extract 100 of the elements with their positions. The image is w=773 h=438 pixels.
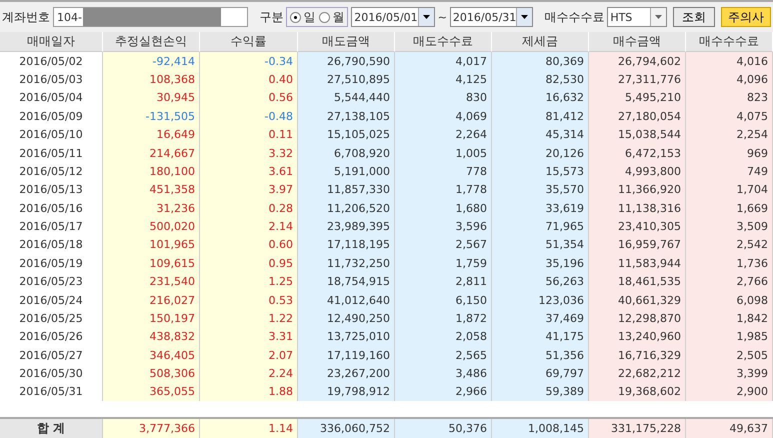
- table-cell: 3,486: [395, 364, 492, 383]
- total-cell: 49,637: [686, 419, 773, 438]
- table-cell: 16,632: [492, 88, 589, 108]
- date-separator: ~: [438, 10, 447, 24]
- table-cell: 214,667: [103, 144, 200, 162]
- table-cell: 11,583,944: [589, 254, 686, 272]
- table-cell: 2,766: [686, 272, 773, 291]
- query-button[interactable]: 조회: [673, 7, 715, 27]
- table-cell: 11,366,920: [589, 180, 686, 199]
- table-cell: 4,075: [686, 107, 773, 126]
- table-cell: 231,540: [103, 272, 200, 291]
- notice-button[interactable]: 주의사: [721, 7, 771, 27]
- table-cell: 18,754,915: [298, 272, 395, 291]
- table-cell: 22,682,212: [589, 364, 686, 383]
- column-header[interactable]: 매매일자: [0, 32, 103, 52]
- period-radio[interactable]: 월: [319, 8, 344, 26]
- table-cell: 56,263: [492, 272, 589, 291]
- column-header[interactable]: 매도수수료: [395, 32, 492, 52]
- total-cell: 1,008,145: [492, 419, 589, 438]
- table-cell: 2,058: [395, 328, 492, 346]
- table-cell: 0.53: [200, 290, 298, 310]
- table-cell: 2,264: [395, 125, 492, 144]
- table-cell: 27,311,776: [589, 70, 686, 89]
- table-cell: 19,798,912: [298, 382, 395, 402]
- table-cell: 2,900: [686, 382, 773, 402]
- table-cell: 5,495,210: [589, 88, 686, 108]
- table-cell: 0.95: [200, 254, 298, 272]
- table-cell: 23,989,395: [298, 217, 395, 236]
- table-cell: 33,619: [492, 198, 589, 218]
- table-cell: 5,544,440: [298, 88, 395, 108]
- table-cell: 2.07: [200, 346, 298, 364]
- table-cell: 123,036: [492, 290, 589, 310]
- table-cell: 35,196: [492, 254, 589, 272]
- column-header[interactable]: 매수수수료: [686, 32, 773, 52]
- table-cell: 1.25: [200, 272, 298, 291]
- table-cell: 1.88: [200, 382, 298, 402]
- dropdown-arrow-icon: [422, 15, 430, 19]
- table-cell: 2,542: [686, 236, 773, 254]
- table-cell: 0.40: [200, 70, 298, 89]
- table-cell: 0.11: [200, 125, 298, 144]
- table-cell: 16,716,329: [589, 346, 686, 364]
- table-cell: 17,118,195: [298, 236, 395, 254]
- table-cell: 59,389: [492, 382, 589, 402]
- table-cell: 6,098: [686, 290, 773, 310]
- table-cell: 11,206,520: [298, 198, 395, 218]
- table-cell: 12,298,870: [589, 309, 686, 328]
- table-cell: 438,832: [103, 328, 200, 346]
- table-cell: 451,358: [103, 180, 200, 199]
- table-cell: 3.31: [200, 328, 298, 346]
- table-cell: 2,565: [395, 346, 492, 364]
- table-cell: 15,573: [492, 162, 589, 181]
- table-cell: 823: [686, 88, 773, 108]
- table-cell: 11,138,316: [589, 198, 686, 218]
- table-cell: 80,369: [492, 52, 589, 70]
- table-cell: 26,790,590: [298, 52, 395, 70]
- table-cell: 40,661,329: [589, 290, 686, 310]
- date-to-picker[interactable]: 2016/05/31: [450, 7, 534, 27]
- table-cell: -92,414: [103, 52, 200, 70]
- column-header[interactable]: 추정실현손익: [103, 32, 200, 52]
- column-header[interactable]: 매수금액: [589, 32, 686, 52]
- table-cell: 1,872: [395, 309, 492, 328]
- dropdown-arrow-icon: [521, 15, 528, 19]
- account-field[interactable]: 104-: [53, 7, 248, 27]
- table-cell: 1,680: [395, 198, 492, 218]
- fee-dropdown[interactable]: HTS: [607, 7, 667, 27]
- table-cell: 1,005: [395, 144, 492, 162]
- period-radio[interactable]: 일: [290, 8, 316, 26]
- column-header[interactable]: 수익률: [200, 32, 298, 52]
- table-cell: 216,027: [103, 290, 200, 310]
- table-cell: 830: [395, 88, 492, 108]
- table-cell: 500,020: [103, 217, 200, 236]
- table-cell: 11,857,330: [298, 180, 395, 199]
- table-cell: 0.28: [200, 198, 298, 218]
- total-label: 합 계: [0, 419, 103, 438]
- table-cell: 1,985: [686, 328, 773, 346]
- table-cell: 18,461,535: [589, 272, 686, 291]
- table-cell: 4,096: [686, 70, 773, 89]
- table-cell: 23,410,305: [589, 217, 686, 236]
- table-cell: 37,469: [492, 309, 589, 328]
- table-cell: 5,191,000: [298, 162, 395, 181]
- date-from-picker[interactable]: 2016/05/01: [351, 7, 435, 27]
- table-cell: 2,254: [686, 125, 773, 144]
- table-cell: 15,105,025: [298, 125, 395, 144]
- table-cell: 3,596: [395, 217, 492, 236]
- table-cell: 2.24: [200, 364, 298, 383]
- column-header[interactable]: 제세금: [492, 32, 589, 52]
- table-cell: 23,267,200: [298, 364, 395, 383]
- total-cell: 1.14: [200, 419, 298, 438]
- column-header[interactable]: 매도금액: [298, 32, 395, 52]
- table-cell: 4,016: [686, 52, 773, 70]
- account-label: 계좌번호: [2, 8, 50, 26]
- table-cell: 6,708,920: [298, 144, 395, 162]
- table-cell: 26,794,602: [589, 52, 686, 70]
- table-cell: 365,055: [103, 382, 200, 402]
- table-cell: 31,236: [103, 198, 200, 218]
- table-cell: 508,306: [103, 364, 200, 383]
- table-cell: 45,314: [492, 125, 589, 144]
- table-cell: 13,240,960: [589, 328, 686, 346]
- total-cell: 50,376: [395, 419, 492, 438]
- table-cell: 16,649: [103, 125, 200, 144]
